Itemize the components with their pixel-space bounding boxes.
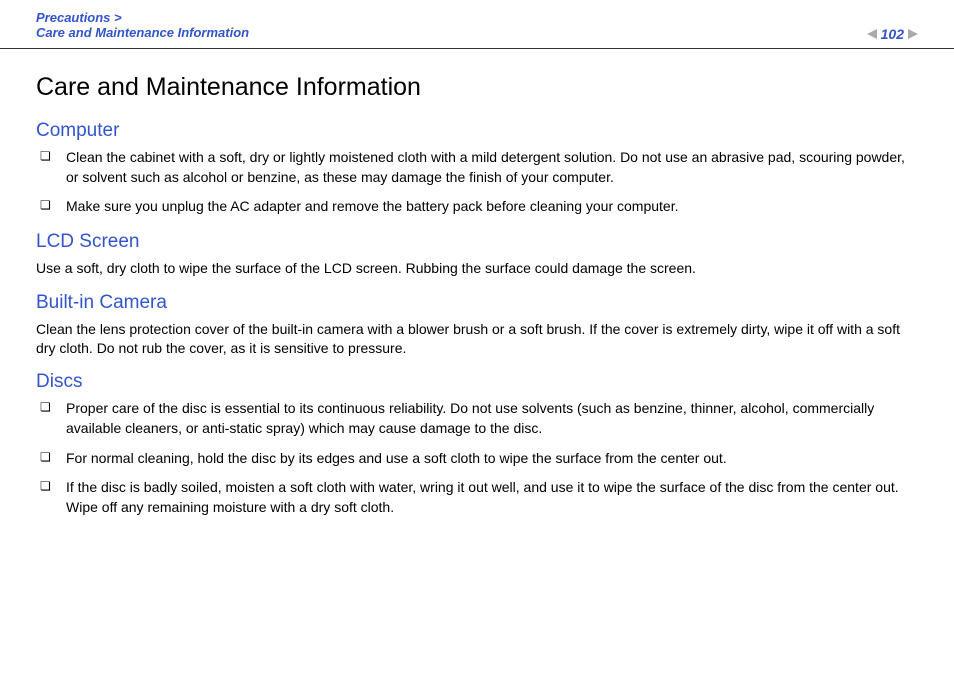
section-heading-discs: Discs <box>36 371 918 393</box>
prev-page-icon[interactable] <box>867 29 877 39</box>
breadcrumb-parent[interactable]: Precautions > <box>36 10 918 25</box>
page-number: 102 <box>881 26 904 42</box>
section-heading-camera: Built-in Camera <box>36 292 918 314</box>
list-item: For normal cleaning, hold the disc by it… <box>36 449 918 469</box>
lcd-text: Use a soft, dry cloth to wipe the surfac… <box>36 259 918 278</box>
list-item: Make sure you unplug the AC adapter and … <box>36 197 918 217</box>
list-item: If the disc is badly soiled, moisten a s… <box>36 478 918 517</box>
list-item: Proper care of the disc is essential to … <box>36 399 918 438</box>
list-item: Clean the cabinet with a soft, dry or li… <box>36 148 918 187</box>
camera-text: Clean the lens protection cover of the b… <box>36 320 918 358</box>
next-page-icon[interactable] <box>908 29 918 39</box>
discs-bullets: Proper care of the disc is essential to … <box>36 399 918 517</box>
page-header: Precautions > Care and Maintenance Infor… <box>0 0 954 49</box>
section-heading-computer: Computer <box>36 120 918 142</box>
page-nav: 102 <box>867 26 918 42</box>
page-title: Care and Maintenance Information <box>36 73 918 102</box>
computer-bullets: Clean the cabinet with a soft, dry or li… <box>36 148 918 217</box>
page-content: Care and Maintenance Information Compute… <box>0 49 954 551</box>
breadcrumb-current[interactable]: Care and Maintenance Information <box>36 25 918 40</box>
section-heading-lcd: LCD Screen <box>36 231 918 253</box>
